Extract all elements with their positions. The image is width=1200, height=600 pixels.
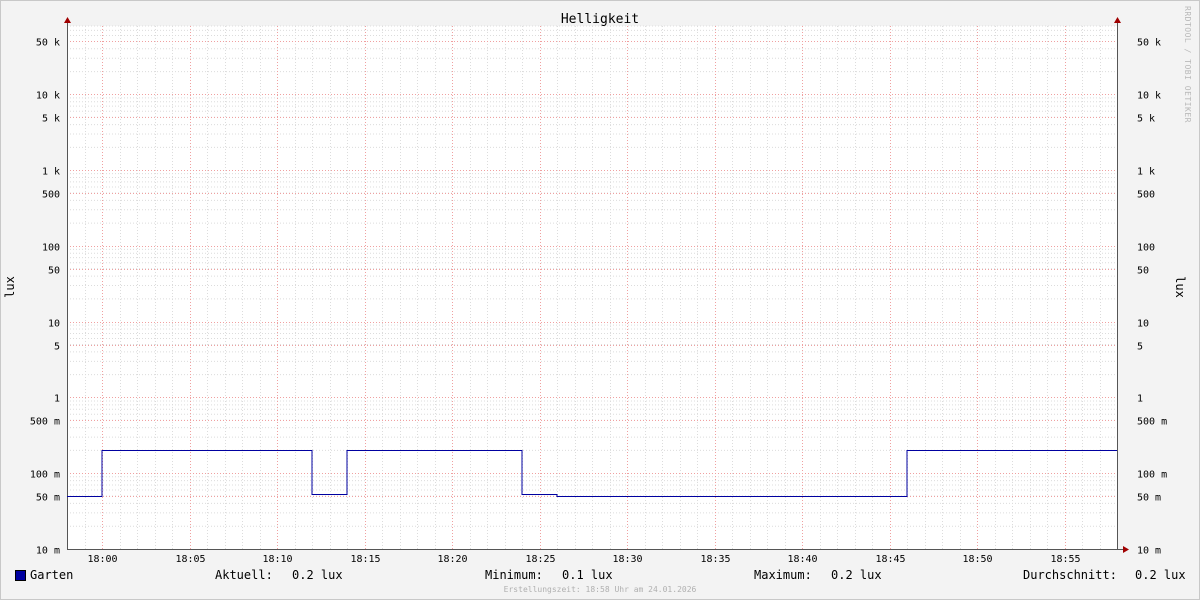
y-tick-label-right: 10 k — [1137, 91, 1161, 102]
x-tick-label: 18:25 — [525, 554, 555, 565]
y-tick-label-left: 50 m — [36, 493, 60, 504]
legend-min-value: 0.1 lux — [562, 568, 613, 582]
y-tick-label-right: 1 k — [1137, 167, 1155, 178]
x-tick-label: 18:20 — [437, 554, 467, 565]
y-tick-label-right: 5 — [1137, 342, 1143, 353]
legend: Garten Aktuell: 0.2 lux Minimum: 0.1 lux… — [0, 568, 1200, 584]
legend-current-label: Aktuell: — [215, 568, 273, 582]
y-tick-label-left: 5 — [54, 342, 60, 353]
y-tick-label-right: 500 m — [1137, 417, 1167, 428]
y-tick-label-left: 50 — [48, 266, 60, 277]
creation-time-footer: Erstellungszeit: 18:58 Uhr am 24.01.2026 — [503, 585, 697, 594]
y-tick-label-left: 10 — [48, 319, 60, 330]
x-tick-label: 18:45 — [875, 554, 905, 565]
y-tick-label-left: 500 — [42, 190, 60, 201]
x-tick-label: 18:10 — [262, 554, 292, 565]
x-tick-label: 18:15 — [350, 554, 380, 565]
legend-series-name: Garten — [30, 568, 74, 582]
x-axis-arrow — [1123, 546, 1129, 553]
y-tick-label-right: 100 — [1137, 243, 1155, 254]
y-tick-label-right: 10 — [1137, 319, 1149, 330]
y-tick-label-right: 100 m — [1137, 470, 1167, 481]
legend-current-value: 0.2 lux — [292, 568, 343, 582]
x-tick-label: 18:30 — [612, 554, 642, 565]
x-tick-label: 18:55 — [1050, 554, 1080, 565]
y-tick-label-right: 50 m — [1137, 493, 1161, 504]
chart-title: Helligkeit — [560, 12, 640, 27]
legend-max-value: 0.2 lux — [831, 568, 882, 582]
rrdtool-watermark: RRDTOOL / TOBI OETIKER — [1183, 6, 1192, 123]
chart-area: 50 k 50 k 10 k 10 k 5 k 5 k 1 k 1 k 500 500 100 100… — [30, 17, 1167, 565]
y-tick-label-left: 10 k — [36, 91, 60, 102]
legend-max-label: Maximum: — [754, 568, 812, 582]
x-tick-label: 18:40 — [787, 554, 817, 565]
x-tick-label: 18:50 — [962, 554, 992, 565]
x-tick-label: 18:05 — [175, 554, 205, 565]
y-tick-label-right: 1 — [1137, 394, 1143, 405]
y-tick-label-left: 5 k — [42, 114, 60, 125]
y-tick-label-right: 500 — [1137, 190, 1155, 201]
x-tick-label: 18:00 — [87, 554, 117, 565]
y-tick-label-right: 50 k — [1137, 38, 1161, 49]
legend-avg-label: Durchschnitt: — [1023, 568, 1117, 582]
legend-avg-value: 0.2 lux — [1135, 568, 1186, 582]
legend-min-label: Minimum: — [485, 568, 543, 582]
y-tick-label-left: 100 m — [30, 470, 60, 481]
y-tick-label-right: 50 — [1137, 266, 1149, 277]
y-tick-label-right: 10 m — [1137, 546, 1161, 557]
y-tick-label-left: 10 m — [36, 546, 60, 557]
y-tick-label-left: 100 — [42, 243, 60, 254]
y-axis-label-left: lux — [3, 276, 17, 298]
y-tick-label-left: 500 m — [30, 417, 60, 428]
y-tick-label-right: 5 k — [1137, 114, 1155, 125]
y-tick-label-left: 50 k — [36, 38, 60, 49]
y-axis-label-right: lux — [1173, 276, 1187, 298]
y-tick-label-left: 1 — [54, 394, 60, 405]
legend-swatch-garten — [15, 570, 26, 581]
x-tick-label: 18:35 — [700, 554, 730, 565]
y-tick-label-left: 1 k — [42, 167, 60, 178]
